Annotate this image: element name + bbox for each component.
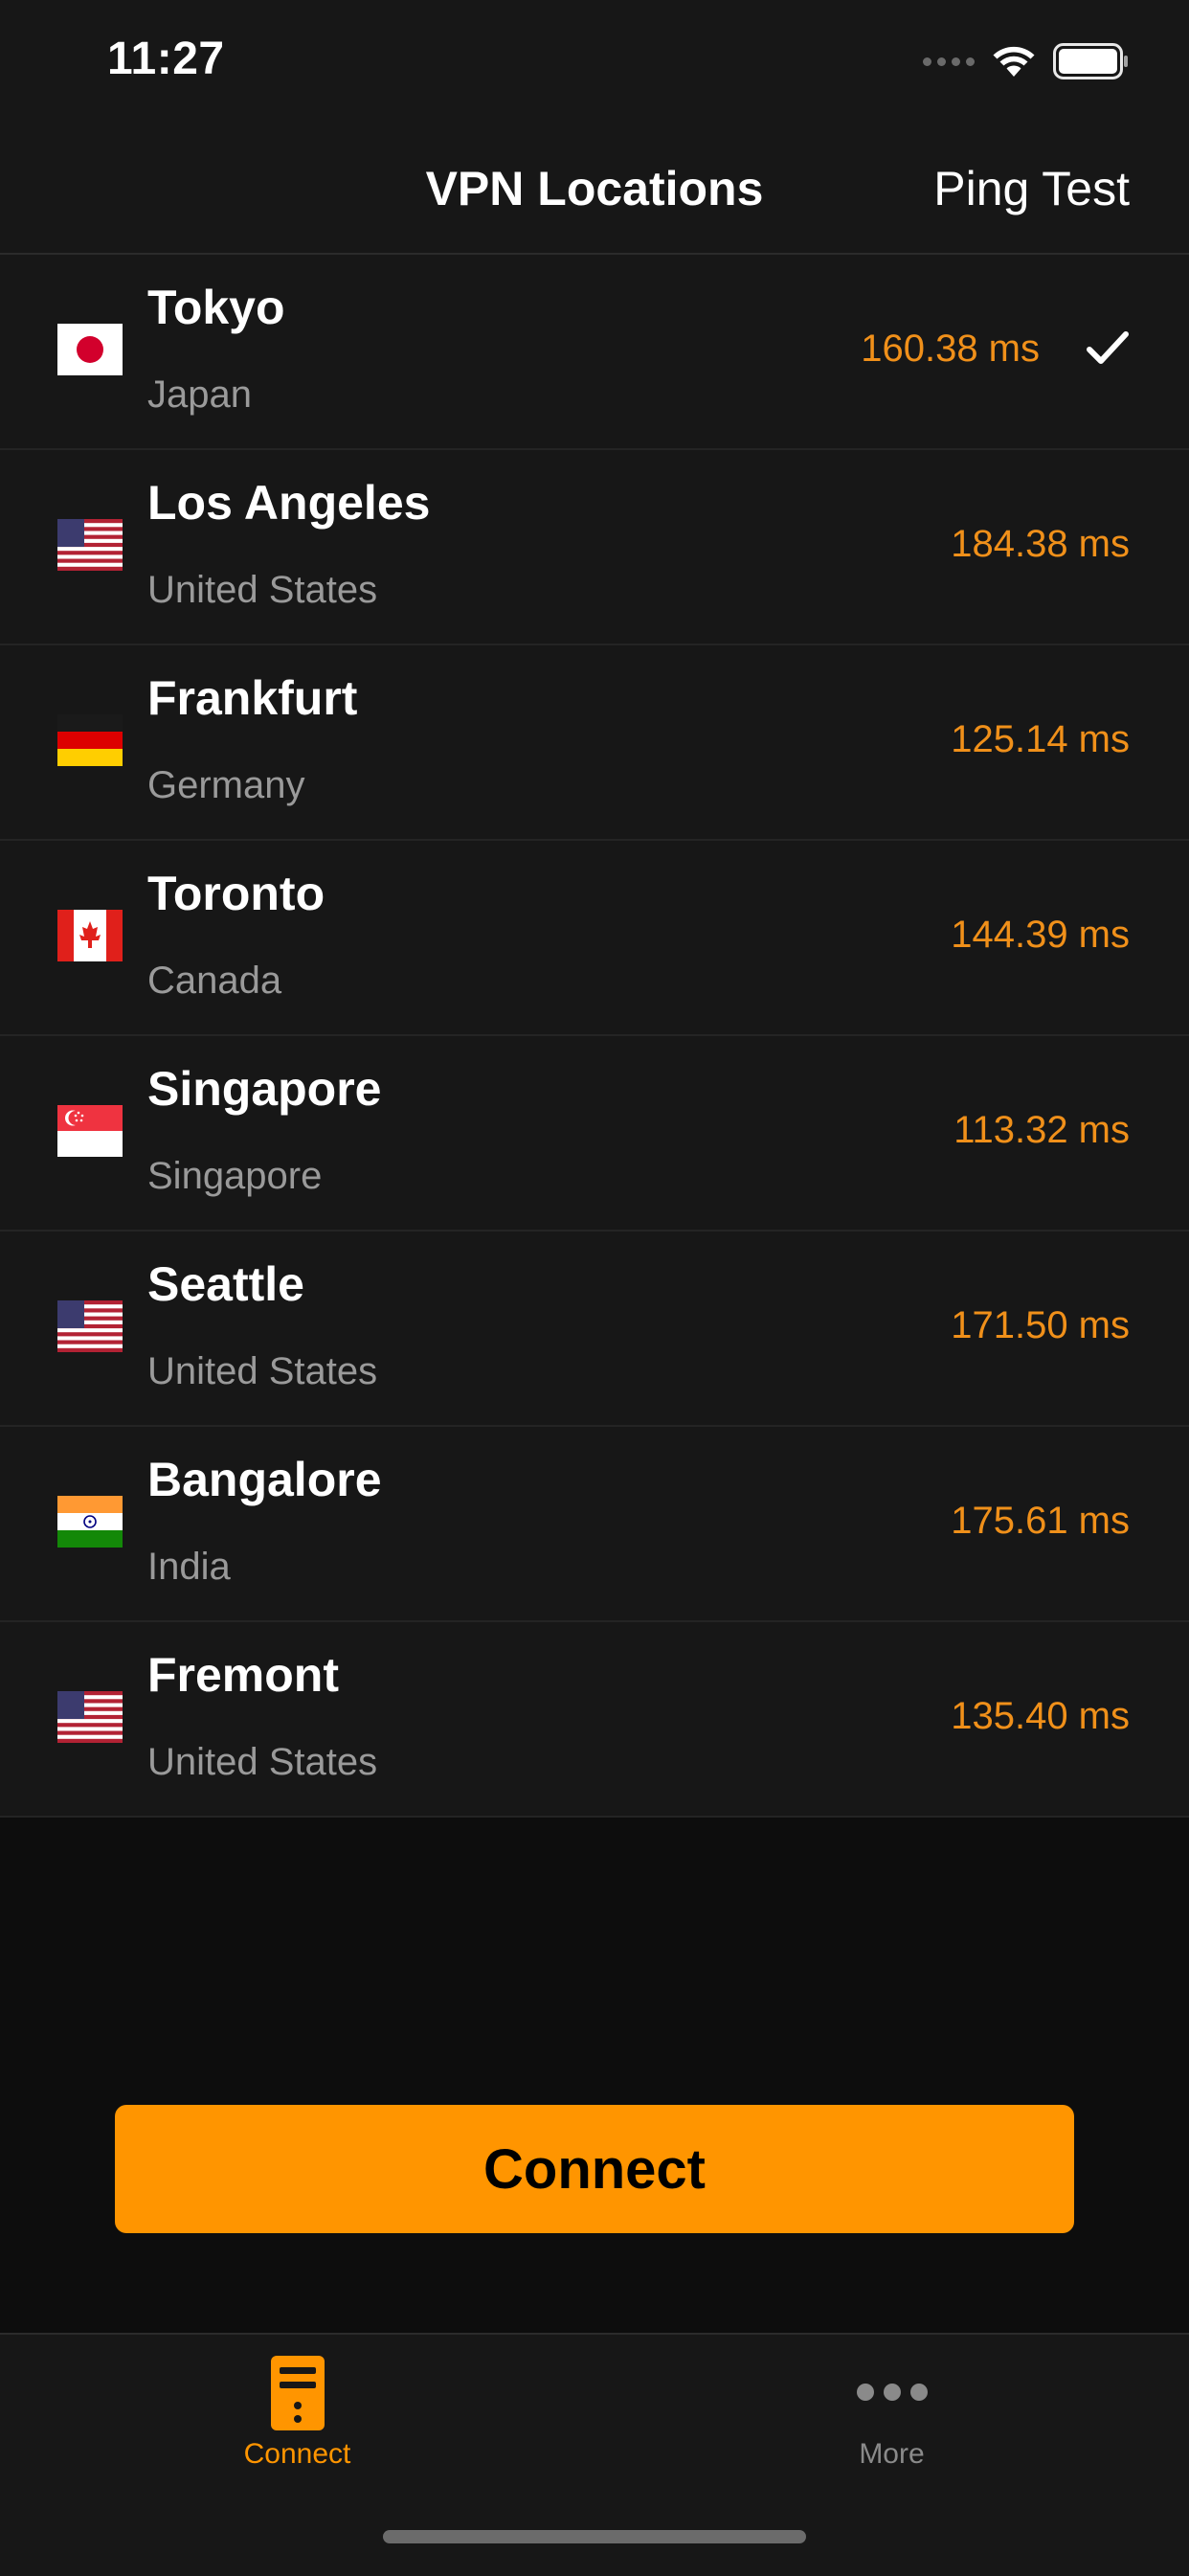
location-city: Los Angeles xyxy=(147,476,431,530)
location-row[interactable]: Singapore Singapore 113.32 ms xyxy=(0,1036,1189,1232)
location-country: Germany xyxy=(147,764,305,806)
ping-test-button[interactable]: Ping Test xyxy=(933,161,1130,216)
status-icons xyxy=(923,42,1130,80)
india-flag-icon xyxy=(57,1496,123,1548)
location-city: Seattle xyxy=(147,1257,304,1311)
home-indicator xyxy=(383,2530,806,2543)
ellipsis-icon xyxy=(856,2384,928,2401)
location-row[interactable]: Seattle United States 171.50 ms xyxy=(0,1232,1189,1427)
location-row[interactable]: Los Angeles United States 184.38 ms xyxy=(0,450,1189,645)
location-ping: 113.32 ms xyxy=(953,1109,1130,1151)
location-country: Canada xyxy=(147,960,282,1002)
wifi-icon xyxy=(993,46,1035,77)
connect-button[interactable]: Connect xyxy=(115,2105,1074,2233)
singapore-flag-icon xyxy=(57,1105,123,1157)
location-country: United States xyxy=(147,1741,378,1783)
server-icon xyxy=(270,2356,325,2430)
location-country: Singapore xyxy=(147,1155,323,1197)
location-row[interactable]: Tokyo Japan 160.38 ms xyxy=(0,255,1189,450)
location-ping: 175.61 ms xyxy=(951,1500,1130,1542)
tab-label: Connect xyxy=(243,2438,351,2470)
location-ping: 160.38 ms xyxy=(861,328,1040,370)
location-ping: 144.39 ms xyxy=(951,914,1130,956)
location-country: India xyxy=(147,1546,231,1588)
location-country: United States xyxy=(147,569,378,611)
location-city: Fremont xyxy=(147,1648,339,1702)
location-row[interactable]: Toronto Canada 144.39 ms xyxy=(0,841,1189,1036)
us-flag-icon xyxy=(57,519,123,571)
tab-more[interactable]: More xyxy=(594,2335,1189,2488)
checkmark-icon xyxy=(1087,331,1129,364)
location-country: Japan xyxy=(147,373,252,416)
us-flag-icon xyxy=(57,1300,123,1352)
location-row[interactable]: Frankfurt Germany 125.14 ms xyxy=(0,645,1189,841)
location-city: Frankfurt xyxy=(147,671,358,725)
location-row[interactable]: Bangalore India 175.61 ms xyxy=(0,1427,1189,1622)
location-row[interactable]: Fremont United States 135.40 ms xyxy=(0,1622,1189,1818)
germany-flag-icon xyxy=(57,714,123,766)
cellular-signal-icon xyxy=(923,56,975,66)
location-city: Toronto xyxy=(147,867,325,920)
location-ping: 184.38 ms xyxy=(951,523,1130,565)
location-ping: 135.40 ms xyxy=(951,1695,1130,1737)
tab-label: More xyxy=(859,2438,925,2470)
canada-flag-icon xyxy=(57,910,123,961)
location-ping: 171.50 ms xyxy=(951,1304,1130,1346)
tab-connect[interactable]: Connect xyxy=(0,2335,594,2488)
location-city: Bangalore xyxy=(147,1453,382,1506)
battery-icon xyxy=(1053,43,1128,79)
location-country: United States xyxy=(147,1350,378,1392)
top-bar: 11:27 VPN Locations Ping Test xyxy=(0,0,1189,255)
us-flag-icon xyxy=(57,1691,123,1743)
status-time: 11:27 xyxy=(107,34,225,84)
location-ping: 125.14 ms xyxy=(951,718,1130,760)
location-city: Singapore xyxy=(147,1062,382,1116)
locations-list: Tokyo Japan 160.38 ms Los Angeles United… xyxy=(0,255,1189,1818)
location-city: Tokyo xyxy=(147,281,285,334)
japan-flag-icon xyxy=(57,324,123,375)
